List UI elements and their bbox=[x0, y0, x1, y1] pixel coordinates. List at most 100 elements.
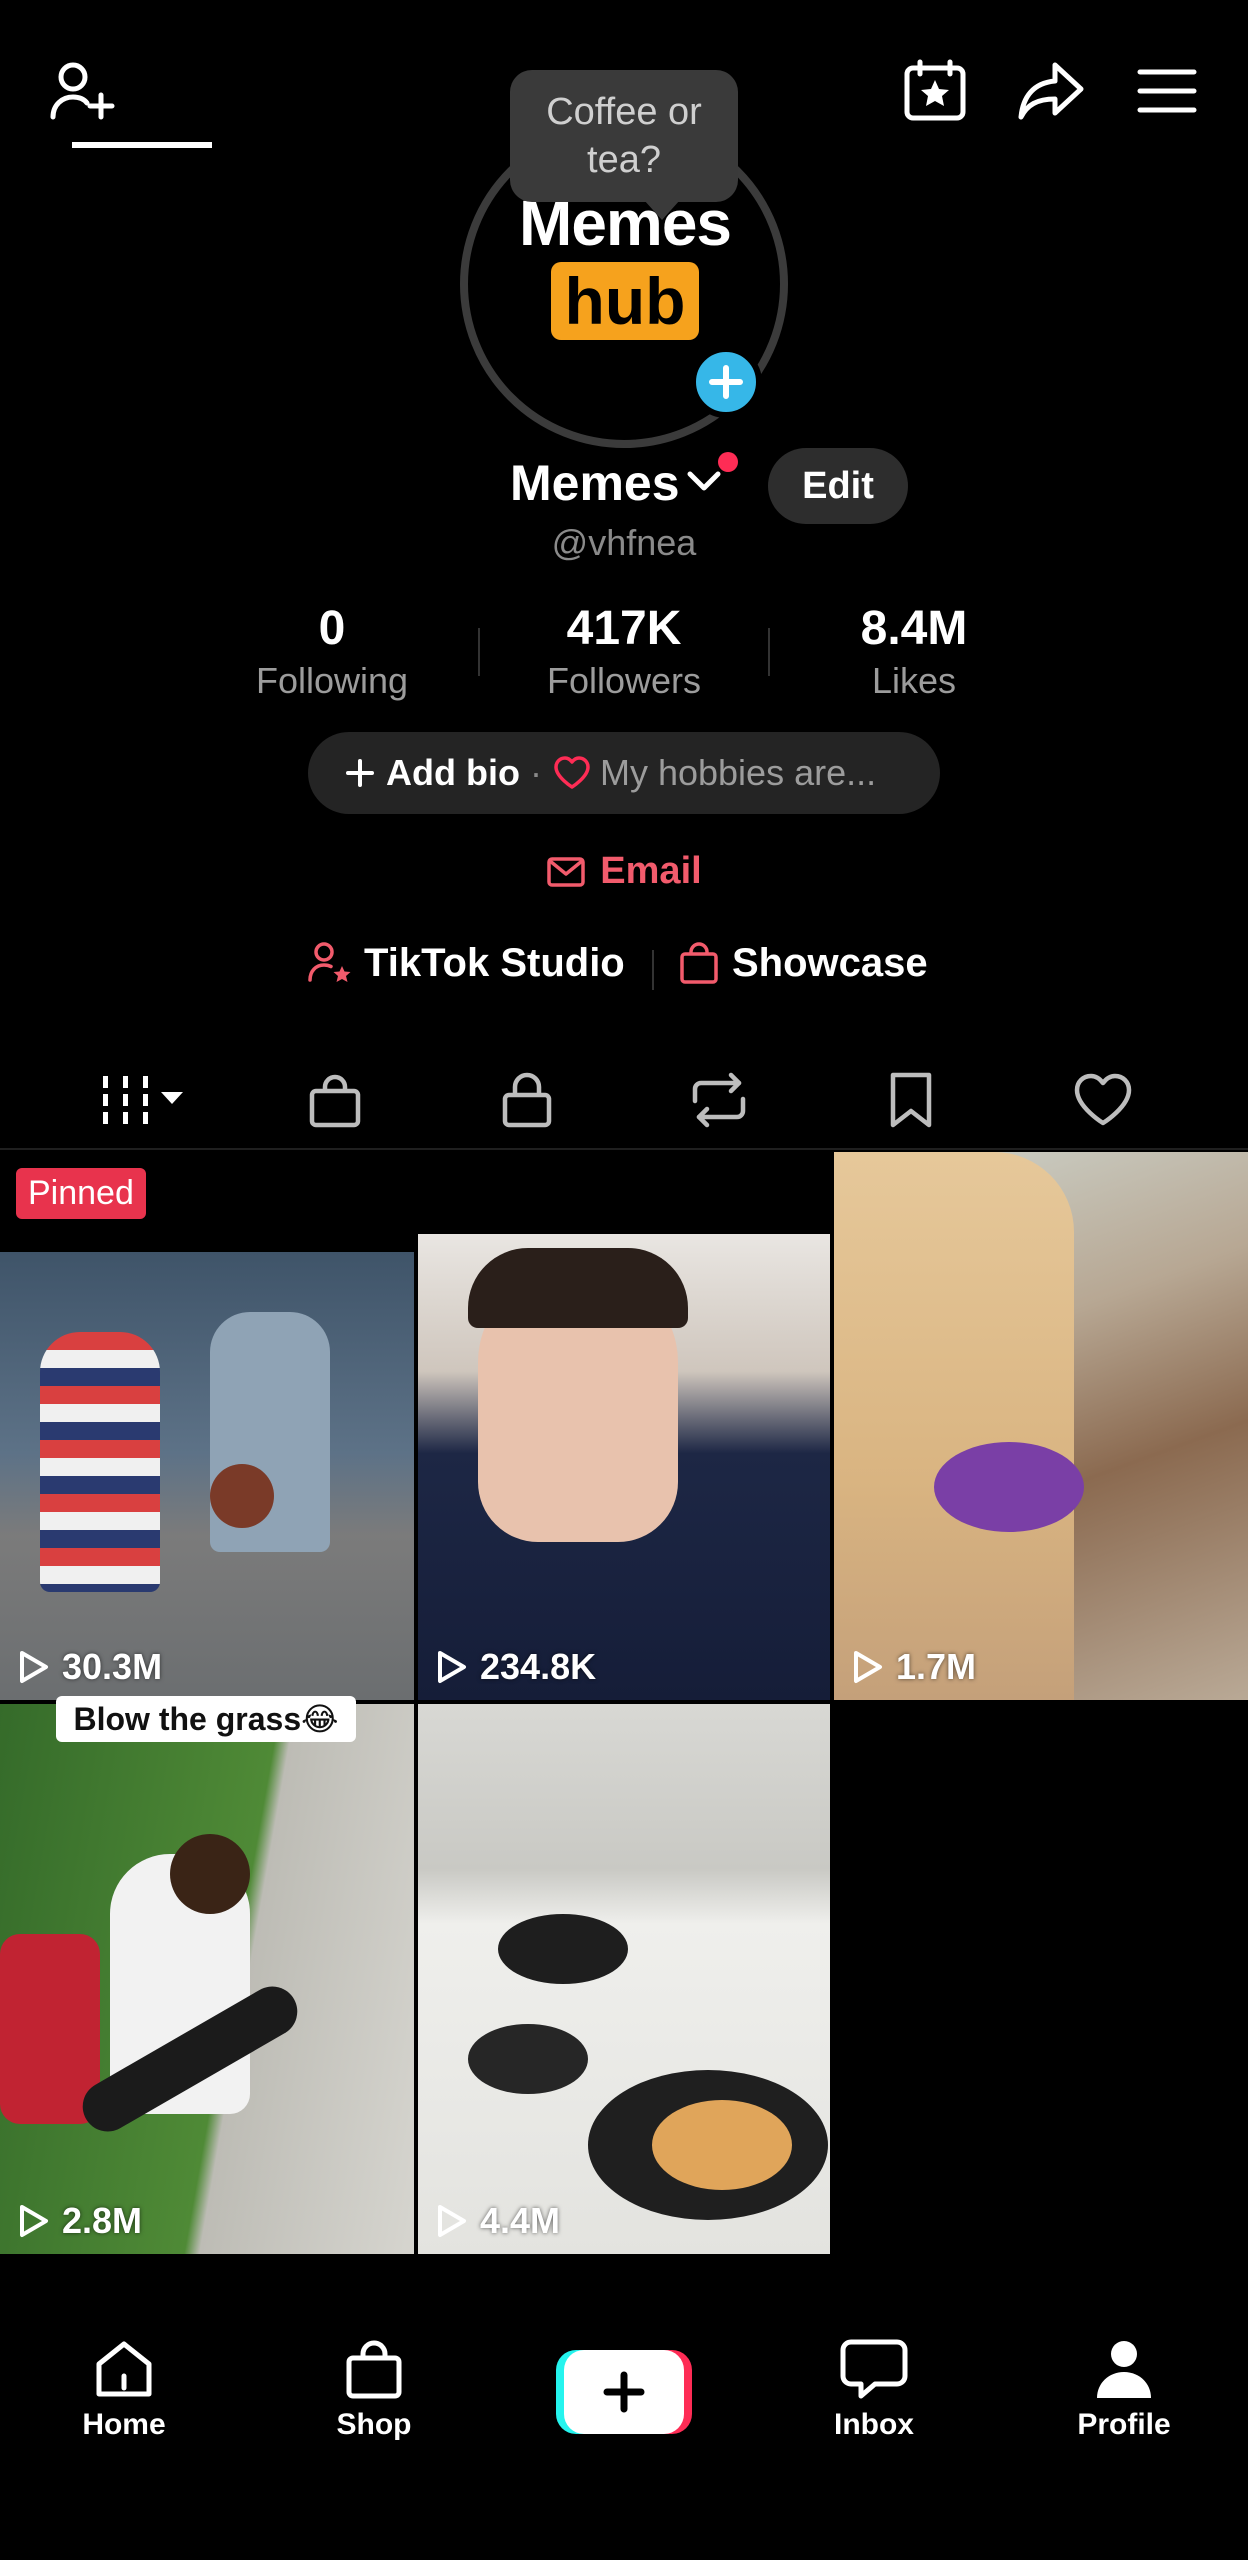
video-scene bbox=[652, 2100, 792, 2190]
repost-icon bbox=[692, 1072, 746, 1128]
video-tile[interactable]: 234.8K bbox=[418, 1152, 830, 1700]
chevron-down-icon[interactable] bbox=[686, 468, 722, 496]
plus-icon bbox=[346, 759, 374, 787]
stat-label: Followers bbox=[546, 660, 702, 701]
video-scene bbox=[498, 1914, 628, 1984]
person-icon bbox=[1097, 2341, 1151, 2398]
shopping-bag-icon bbox=[346, 2340, 402, 2399]
add-bio-label: Add bio bbox=[386, 752, 520, 793]
plus-icon bbox=[603, 2371, 645, 2413]
add-bio-button[interactable]: Add bio · My hobbies are... bbox=[308, 732, 940, 814]
add-friend-icon[interactable] bbox=[36, 46, 126, 136]
lock-icon bbox=[502, 1072, 552, 1128]
studio-label: TikTok Studio bbox=[364, 940, 625, 985]
username-handle: @vhfnea bbox=[551, 522, 697, 563]
tab-favorites[interactable] bbox=[816, 1050, 1006, 1150]
play-icon bbox=[854, 1651, 882, 1683]
tab-private[interactable] bbox=[432, 1050, 622, 1150]
tiktok-studio-link[interactable]: TikTok Studio bbox=[306, 940, 625, 986]
play-icon bbox=[438, 1651, 466, 1683]
video-caption: Blow the grass😂 bbox=[56, 1696, 356, 1742]
showcase-label: Showcase bbox=[732, 940, 928, 985]
create-button[interactable] bbox=[556, 2350, 692, 2434]
stat-value: 417K bbox=[566, 602, 682, 655]
video-scene bbox=[170, 1834, 250, 1914]
play-icon bbox=[20, 1651, 48, 1683]
video-scene bbox=[934, 1442, 1084, 1532]
tab-liked[interactable] bbox=[1008, 1050, 1198, 1150]
stat-label: Following bbox=[255, 660, 409, 701]
bottom-navigation: Home Shop Inbox Profile bbox=[0, 2270, 1248, 2560]
view-count: 1.7M bbox=[850, 1646, 976, 1688]
avatar-logo: Memes hub bbox=[500, 188, 750, 340]
nav-shop[interactable]: Shop bbox=[274, 2336, 474, 2442]
view-count-value: 30.3M bbox=[62, 1646, 163, 1687]
shopping-bag-icon bbox=[680, 942, 718, 984]
stat-value: 0 bbox=[318, 602, 346, 655]
hobbies-placeholder: My hobbies are... bbox=[599, 752, 877, 793]
nav-home[interactable]: Home bbox=[24, 2336, 224, 2442]
view-count-value: 2.8M bbox=[62, 2200, 143, 2241]
plus-icon bbox=[709, 365, 743, 399]
view-count: 2.8M bbox=[16, 2200, 142, 2242]
video-scene bbox=[834, 1152, 1074, 1700]
heart-icon bbox=[554, 756, 590, 789]
edit-profile-button[interactable]: Edit bbox=[768, 448, 908, 524]
stat-label: Likes bbox=[871, 660, 957, 701]
mail-icon bbox=[547, 856, 586, 887]
tab-videos[interactable] bbox=[50, 1050, 240, 1150]
tooltip: Coffee or tea? bbox=[510, 70, 738, 220]
view-count-value: 234.8K bbox=[480, 1646, 597, 1687]
stat-followers[interactable]: 417K Followers bbox=[504, 600, 744, 704]
nav-label: Inbox bbox=[834, 2408, 914, 2441]
video-tile[interactable]: 2.8M bbox=[0, 1704, 414, 2254]
view-count-value: 1.7M bbox=[896, 1646, 977, 1687]
chat-bubble-icon bbox=[840, 2339, 908, 2399]
stat-likes[interactable]: 8.4M Likes bbox=[794, 600, 1034, 704]
nav-label: Shop bbox=[336, 2408, 412, 2441]
showcase-link[interactable]: Showcase bbox=[678, 940, 928, 986]
video-tile[interactable]: 4.4M bbox=[418, 1704, 830, 2254]
video-tile[interactable]: 30.3M bbox=[0, 1152, 414, 1700]
stat-divider bbox=[478, 628, 480, 676]
heart-icon bbox=[1074, 1073, 1132, 1126]
video-scene bbox=[468, 1248, 688, 1328]
play-icon bbox=[20, 2205, 48, 2237]
stat-following[interactable]: 0 Following bbox=[212, 600, 452, 704]
pinned-badge: Pinned bbox=[16, 1168, 146, 1219]
logo-text-hub: hub bbox=[550, 262, 700, 340]
tab-reposts[interactable] bbox=[624, 1050, 814, 1150]
nav-label: Profile bbox=[1077, 2408, 1171, 2441]
video-scene bbox=[468, 2024, 588, 2094]
share-icon[interactable] bbox=[1006, 46, 1096, 136]
view-count: 234.8K bbox=[434, 1646, 596, 1688]
home-icon bbox=[96, 2341, 152, 2397]
active-tab-indicator bbox=[72, 142, 212, 148]
view-count: 4.4M bbox=[434, 2200, 560, 2242]
profile-name[interactable]: Memes bbox=[510, 454, 680, 512]
play-icon bbox=[438, 2205, 466, 2237]
studio-icon bbox=[308, 942, 351, 982]
video-tile[interactable]: 1.7M bbox=[834, 1152, 1248, 1700]
email-label: Email bbox=[600, 850, 702, 892]
stat-divider bbox=[768, 628, 770, 676]
stat-value: 8.4M bbox=[860, 602, 968, 655]
tab-shop[interactable] bbox=[240, 1050, 430, 1150]
view-count: 30.3M bbox=[16, 1646, 162, 1688]
email-link[interactable]: Email bbox=[0, 850, 1248, 893]
nav-inbox[interactable]: Inbox bbox=[774, 2336, 974, 2442]
bookmark-icon bbox=[890, 1072, 932, 1128]
separator: · bbox=[529, 752, 542, 793]
add-avatar-button[interactable] bbox=[690, 346, 762, 418]
view-count-value: 4.4M bbox=[480, 2200, 561, 2241]
calendar-star-icon[interactable] bbox=[890, 46, 980, 136]
video-scene bbox=[210, 1464, 274, 1528]
nav-label: Home bbox=[82, 2408, 166, 2441]
nav-profile[interactable]: Profile bbox=[1024, 2336, 1224, 2442]
menu-icon[interactable] bbox=[1122, 46, 1212, 136]
divider bbox=[652, 950, 654, 990]
grid-icon bbox=[103, 1076, 183, 1124]
video-scene bbox=[40, 1332, 160, 1592]
notification-dot bbox=[718, 452, 738, 472]
shopping-bag-icon bbox=[309, 1074, 361, 1128]
